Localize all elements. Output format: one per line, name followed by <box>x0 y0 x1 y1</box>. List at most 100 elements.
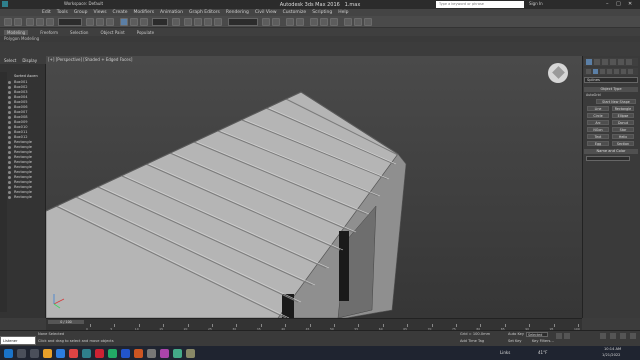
eye-icon[interactable] <box>8 106 11 109</box>
text-button[interactable]: Text <box>587 134 609 139</box>
next-frame-icon[interactable] <box>564 333 570 339</box>
edge-icon[interactable] <box>56 348 65 358</box>
geometry-icon[interactable] <box>586 69 591 74</box>
maxscript-listener[interactable]: Listener <box>0 336 36 345</box>
systems-icon[interactable] <box>628 69 633 74</box>
helix-button[interactable]: Helix <box>612 134 634 139</box>
powerpoint-icon[interactable] <box>134 348 143 358</box>
minimize-icon[interactable]: – <box>606 1 609 7</box>
links-toolbar[interactable]: Links <box>500 350 510 355</box>
acrobat-icon[interactable] <box>95 348 104 358</box>
ribbon-subpanel[interactable]: Polygon Modeling <box>0 36 640 42</box>
tab-populate[interactable]: Populate <box>137 30 154 35</box>
rectangle-button[interactable]: Rectangle <box>612 106 634 111</box>
3dsmax-taskbar-icon[interactable] <box>82 348 91 358</box>
app-icon[interactable] <box>147 348 156 358</box>
weather-widget[interactable]: 41°F <box>538 350 547 355</box>
eye-icon[interactable] <box>8 86 11 89</box>
select-rotate-icon[interactable] <box>130 18 138 26</box>
excel-icon[interactable] <box>108 348 117 358</box>
maximize-icon[interactable]: □ <box>616 1 621 7</box>
search-taskbar-icon[interactable] <box>17 348 26 358</box>
tab-select[interactable]: Select <box>4 58 16 63</box>
eye-icon[interactable] <box>8 196 11 199</box>
key-filters-button[interactable]: Key Filters... <box>532 339 554 343</box>
eye-icon[interactable] <box>8 126 11 129</box>
time-slider[interactable]: 0 / 100 <box>48 320 84 324</box>
key-mode-dropdown[interactable]: Selected <box>526 332 548 337</box>
utilities-tab-icon[interactable] <box>626 59 632 65</box>
redo-icon[interactable] <box>14 18 22 26</box>
chrome-icon[interactable] <box>69 348 78 358</box>
toggle-ribbon-icon[interactable] <box>296 18 304 26</box>
menu-views[interactable]: Views <box>94 10 107 15</box>
close-icon[interactable]: ✕ <box>628 1 632 7</box>
circle-button[interactable]: Circle <box>587 113 609 118</box>
eye-icon[interactable] <box>8 156 11 159</box>
file-explorer-icon[interactable] <box>43 348 52 358</box>
eye-icon[interactable] <box>8 136 11 139</box>
tab-modeling[interactable]: Modeling <box>4 29 29 35</box>
line-button[interactable]: Line <box>587 106 609 111</box>
menu-scripting[interactable]: Scripting <box>312 10 332 15</box>
snap-toggle-icon[interactable] <box>184 18 192 26</box>
unlink-icon[interactable] <box>36 18 44 26</box>
menu-civil-view[interactable]: Civil View <box>255 10 277 15</box>
word-icon[interactable] <box>121 348 130 358</box>
menu-group[interactable]: Group <box>74 10 88 15</box>
eye-icon[interactable] <box>8 131 11 134</box>
spinner-snap-icon[interactable] <box>214 18 222 26</box>
rendered-frame-window-icon[interactable] <box>354 18 362 26</box>
curve-editor-icon[interactable] <box>310 18 318 26</box>
start-new-shape-button[interactable]: Start New Shape <box>596 99 636 104</box>
eye-icon[interactable] <box>8 101 11 104</box>
material-editor-icon[interactable] <box>330 18 338 26</box>
eye-icon[interactable] <box>8 176 11 179</box>
named-selection-sets-dropdown[interactable] <box>228 18 258 26</box>
orbit-icon[interactable] <box>620 333 626 339</box>
autogrid-checkbox[interactable]: AutoGrid <box>586 93 601 97</box>
add-time-tag[interactable]: Add Time Tag <box>460 339 484 343</box>
shapes-icon[interactable] <box>593 69 598 74</box>
menu-help[interactable]: Help <box>338 10 348 15</box>
tab-selection[interactable]: Selection <box>70 30 88 35</box>
clock-time[interactable]: 10:14 AM <box>604 347 621 351</box>
select-move-icon[interactable] <box>120 18 128 26</box>
eye-icon[interactable] <box>8 121 11 124</box>
maximize-viewport-icon[interactable] <box>630 333 636 339</box>
schematic-view-icon[interactable] <box>320 18 328 26</box>
render-production-icon[interactable] <box>364 18 372 26</box>
hierarchy-tab-icon[interactable] <box>602 59 608 65</box>
eye-icon[interactable] <box>8 91 11 94</box>
clock-date[interactable]: 1/21/2022 <box>602 353 620 357</box>
object-name-input[interactable] <box>586 156 630 161</box>
tab-freeform[interactable]: Freeform <box>40 30 58 35</box>
donut-button[interactable]: Donut <box>612 120 634 125</box>
render-setup-icon[interactable] <box>344 18 352 26</box>
align-icon[interactable] <box>272 18 280 26</box>
mirror-icon[interactable] <box>262 18 270 26</box>
select-object-icon[interactable] <box>86 18 94 26</box>
eye-icon[interactable] <box>8 146 11 149</box>
viewport-label[interactable]: [+] [Perspective] [Shaded + Edged Faces] <box>48 57 132 62</box>
section-button[interactable]: Section <box>612 141 634 146</box>
list-item[interactable]: Rectangle <box>14 195 45 200</box>
modify-tab-icon[interactable] <box>594 59 600 65</box>
auto-key-button[interactable]: Auto Key <box>508 332 524 336</box>
zoom-icon[interactable] <box>600 333 606 339</box>
object-type-rollout[interactable]: Object Type <box>584 87 638 92</box>
tab-display[interactable]: Display <box>22 58 37 63</box>
app-icon[interactable] <box>186 348 195 358</box>
scene-explorer-header[interactable]: Sorted Ascen <box>14 74 45 79</box>
layer-explorer-icon[interactable] <box>286 18 294 26</box>
ngon-button[interactable]: NGon <box>587 127 609 132</box>
eye-icon[interactable] <box>8 141 11 144</box>
star-button[interactable]: Star <box>612 127 634 132</box>
start-icon[interactable] <box>4 348 13 358</box>
reference-coordinate-dropdown[interactable] <box>152 18 168 26</box>
eye-icon[interactable] <box>8 191 11 194</box>
ellipse-button[interactable]: Ellipse <box>612 113 634 118</box>
eye-icon[interactable] <box>8 171 11 174</box>
perspective-viewport[interactable] <box>46 56 582 318</box>
undo-icon[interactable] <box>4 18 12 26</box>
